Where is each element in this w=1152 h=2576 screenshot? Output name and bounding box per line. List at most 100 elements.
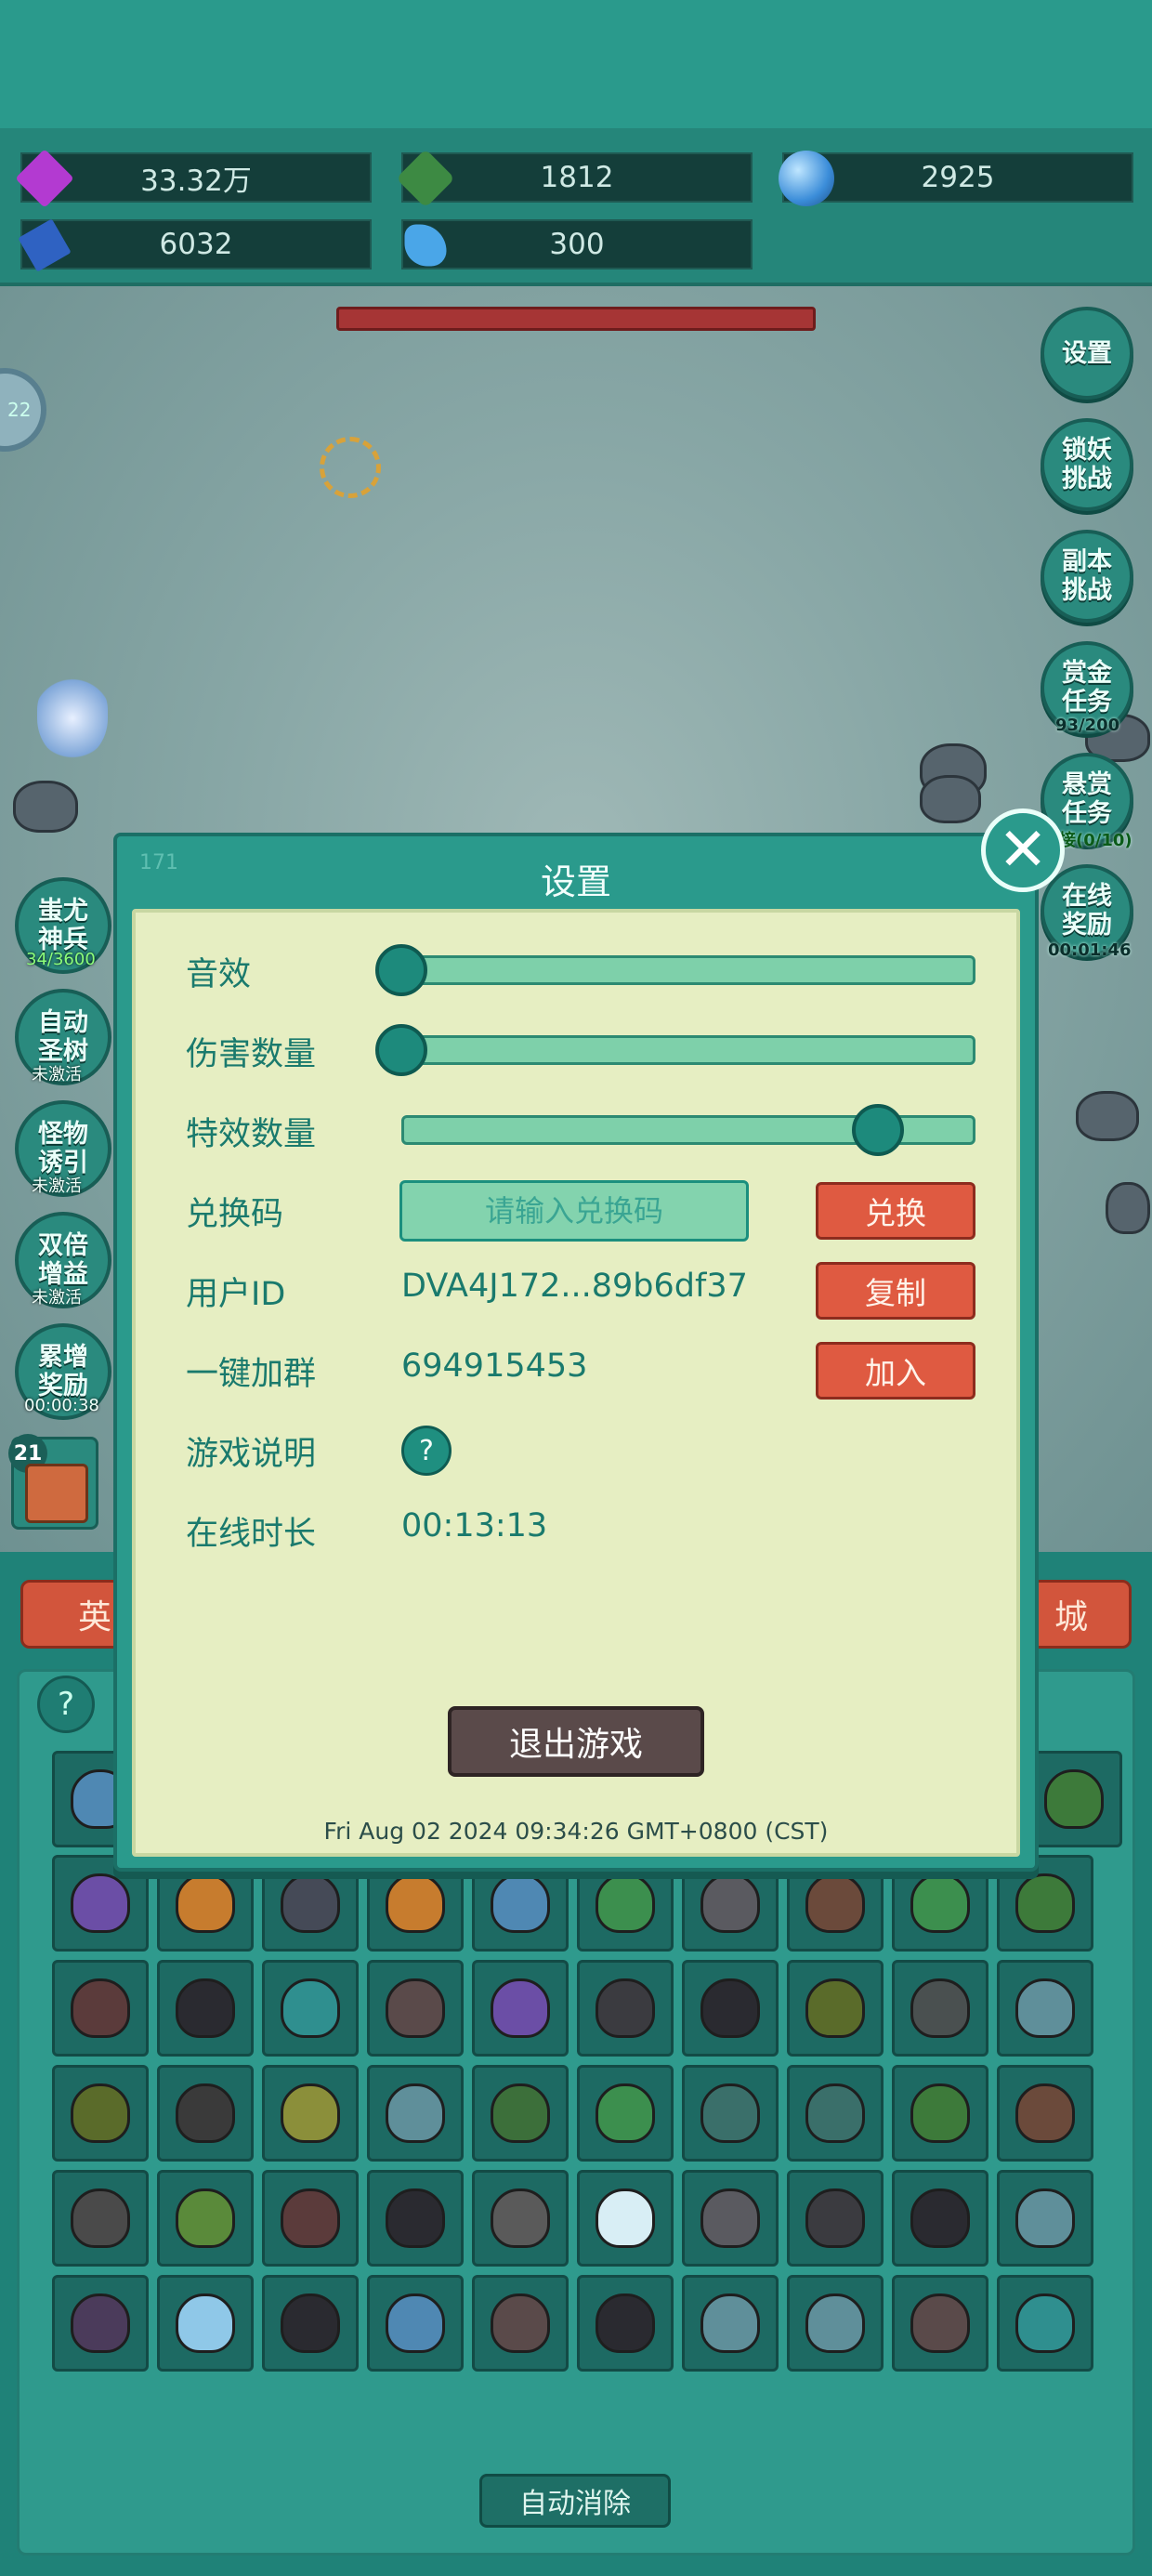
sound-slider-knob[interactable] — [375, 944, 427, 996]
ghost-spirit-icon — [37, 677, 108, 760]
monster-slot[interactable] — [682, 2275, 779, 2372]
blue-shard-icon — [404, 224, 447, 267]
monster-slot[interactable] — [787, 1960, 884, 2057]
damage-count-label: 伤害数量 — [186, 1036, 317, 1073]
monster-icon — [805, 2188, 865, 2248]
monster-icon — [805, 1873, 865, 1933]
tab-shop-label: 城 — [1054, 1598, 1088, 1636]
monster-icon — [71, 2188, 130, 2248]
monster-slot[interactable] — [157, 1960, 254, 2057]
monster-icon — [176, 2188, 235, 2248]
demon-lock-challenge-button[interactable]: 锁妖挑战 — [1041, 418, 1133, 511]
monster-icon — [1106, 1182, 1150, 1234]
hero-card[interactable]: 21 — [8, 1434, 98, 1530]
effects-count-slider-knob[interactable] — [851, 1104, 904, 1156]
monster-slot[interactable] — [787, 2065, 884, 2162]
chiyou-weapon-label: 蚩尤神兵 — [38, 897, 88, 954]
monster-slot[interactable] — [892, 2065, 988, 2162]
double-boost-label: 双倍增益 — [38, 1231, 88, 1289]
monster-icon — [281, 1978, 340, 2038]
monster-slot[interactable] — [157, 2170, 254, 2267]
damage-count-slider[interactable] — [401, 1035, 975, 1065]
question-icon[interactable]: ? — [401, 1426, 452, 1476]
settings-button[interactable]: 设置 — [1041, 307, 1133, 400]
monster-slot[interactable] — [997, 2170, 1093, 2267]
monster-slot[interactable] — [367, 2170, 464, 2267]
monster-icon — [281, 2293, 340, 2353]
close-icon[interactable]: ✕ — [981, 808, 1065, 892]
damage-count-slider-knob[interactable] — [375, 1024, 427, 1076]
golden-orb-icon — [320, 437, 381, 498]
monster-slot[interactable] — [682, 2065, 779, 2162]
redeem-button[interactable]: 兑换 — [816, 1182, 975, 1240]
sound-slider[interactable] — [401, 955, 975, 985]
monster-slot[interactable] — [577, 2275, 674, 2372]
resource-book-value: 6032 — [159, 228, 233, 261]
monster-slot[interactable] — [157, 2065, 254, 2162]
monster-icon — [805, 1978, 865, 2038]
monster-icon — [71, 1978, 130, 2038]
monster-slot[interactable] — [262, 2170, 359, 2267]
green-crystal-icon — [396, 149, 455, 208]
gem-icon — [15, 149, 74, 208]
monster-slot[interactable] — [262, 2275, 359, 2372]
online-reward-label: 在线奖励 — [1062, 882, 1112, 940]
monster-icon — [1015, 2083, 1075, 2143]
monster-icon — [910, 1978, 970, 2038]
monster-slot[interactable] — [367, 2065, 464, 2162]
monster-icon — [596, 2083, 655, 2143]
monster-slot[interactable] — [52, 1960, 149, 2057]
monster-icon — [596, 2293, 655, 2353]
monster-slot[interactable] — [367, 1960, 464, 2057]
monster-slot[interactable] — [472, 2275, 569, 2372]
resource-blue-shard: 300 — [401, 219, 753, 269]
cumulative-reward-label: 累增奖励 — [38, 1343, 88, 1400]
online-time-value: 00:13:13 — [401, 1507, 548, 1544]
reward-task-progress: 接(0/10) — [1059, 831, 1132, 850]
monster-slot[interactable] — [892, 2275, 988, 2372]
monster-slot[interactable] — [472, 2170, 569, 2267]
datetime-stamp: Fri Aug 02 2024 09:34:26 GMT+0800 (CST) — [323, 1818, 829, 1845]
monster-slot[interactable] — [997, 2065, 1093, 2162]
blue-orb-icon — [779, 151, 834, 206]
monster-icon — [1015, 1978, 1075, 2038]
monster-slot[interactable] — [682, 2170, 779, 2267]
monster-slot[interactable] — [52, 2275, 149, 2372]
auto-eliminate-button[interactable]: 自动消除 — [479, 2474, 671, 2528]
monster-slot[interactable] — [472, 2065, 569, 2162]
monster-slot[interactable] — [1026, 1751, 1122, 1847]
monster-icon — [700, 1873, 760, 1933]
monster-slot[interactable] — [997, 1960, 1093, 2057]
monster-slot[interactable] — [787, 2275, 884, 2372]
dungeon-challenge-button[interactable]: 副本挑战 — [1041, 530, 1133, 623]
bounty-task-label: 赏金任务 — [1062, 659, 1112, 716]
redeem-code-label: 兑换码 — [186, 1196, 284, 1233]
monster-slot[interactable] — [577, 1960, 674, 2057]
monster-slot[interactable] — [787, 2170, 884, 2267]
monster-slot[interactable] — [472, 1960, 569, 2057]
copy-button[interactable]: 复制 — [816, 1262, 975, 1320]
grid-help-button[interactable]: ? — [37, 1676, 95, 1733]
monster-slot[interactable] — [262, 2065, 359, 2162]
resource-green-crystal-value: 1812 — [540, 161, 614, 194]
user-id-value: DVA4J172...89b6df37 — [401, 1268, 748, 1305]
monster-icon — [13, 781, 78, 833]
monster-slot[interactable] — [682, 1960, 779, 2057]
monster-slot[interactable] — [577, 2170, 674, 2267]
dialog-title: 设置 — [540, 861, 611, 902]
monster-slot[interactable] — [157, 2275, 254, 2372]
redeem-code-input[interactable] — [399, 1180, 749, 1242]
chiyou-weapon-progress: 34/3600 — [26, 950, 96, 969]
auto-eliminate-label: 自动消除 — [519, 2488, 631, 2520]
monster-slot[interactable] — [52, 2065, 149, 2162]
monster-slot[interactable] — [577, 2065, 674, 2162]
monster-slot[interactable] — [892, 1960, 988, 2057]
join-button[interactable]: 加入 — [816, 1342, 975, 1400]
exit-game-button[interactable]: 退出游戏 — [448, 1706, 704, 1777]
monster-slot[interactable] — [892, 2170, 988, 2267]
monster-slot[interactable] — [367, 2275, 464, 2372]
monster-icon — [1015, 2293, 1075, 2353]
monster-slot[interactable] — [52, 2170, 149, 2267]
monster-slot[interactable] — [262, 1960, 359, 2057]
monster-slot[interactable] — [997, 2275, 1093, 2372]
